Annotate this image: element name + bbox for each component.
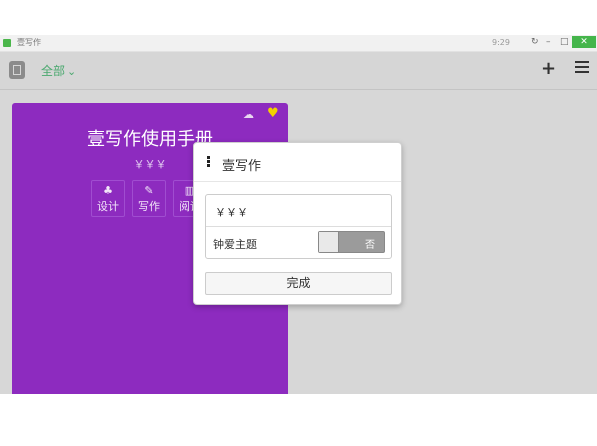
add-button[interactable]: + bbox=[541, 58, 556, 79]
settings-box: ￥￥￥ 钟爱主题 否 bbox=[205, 194, 392, 259]
design-button[interactable]: ♣ 设计 bbox=[91, 180, 125, 217]
notebook-settings-dialog: 壹写作 ￥￥￥ 钟爱主题 否 完成 bbox=[193, 142, 402, 305]
write-label: 写作 bbox=[138, 200, 160, 213]
heart-icon[interactable]: ♥ bbox=[267, 106, 279, 121]
refresh-icon[interactable]: ↻ bbox=[531, 36, 539, 48]
maximize-button[interactable]: □ bbox=[560, 36, 569, 48]
clock: 9:29 bbox=[492, 38, 510, 47]
minimize-button[interactable]: – bbox=[546, 36, 551, 48]
filter-label: 全部 bbox=[41, 64, 66, 78]
toolbar: 全部 ⌄ + bbox=[0, 52, 597, 90]
done-button[interactable]: 完成 bbox=[205, 272, 392, 295]
favorite-row: 钟爱主题 否 bbox=[206, 227, 391, 258]
title-bar: 壹写作 9:29 ↻ – □ ✕ bbox=[0, 35, 597, 52]
name-value: ￥￥￥ bbox=[215, 206, 248, 219]
favorite-toggle[interactable]: 否 bbox=[318, 231, 385, 253]
more-icon[interactable] bbox=[207, 156, 210, 168]
chevron-down-icon: ⌄ bbox=[67, 65, 77, 78]
toggle-text: 否 bbox=[365, 240, 375, 251]
app-window: 壹写作 9:29 ↻ – □ ✕ 全部 ⌄ + ☁ ♥ 壹写作使用手册 ￥￥￥ ♣… bbox=[0, 35, 597, 394]
dialog-header: 壹写作 bbox=[194, 143, 401, 182]
favorite-label: 钟爱主题 bbox=[213, 238, 257, 251]
sitemap-icon: ♣ bbox=[103, 184, 113, 197]
edit-icon: ✎ bbox=[144, 184, 154, 197]
dialog-title: 壹写作 bbox=[222, 159, 262, 174]
filter-dropdown[interactable]: 全部 ⌄ bbox=[41, 62, 76, 79]
app-icon bbox=[3, 39, 11, 47]
notebook-icon[interactable] bbox=[9, 61, 25, 79]
write-button[interactable]: ✎ 写作 bbox=[132, 180, 166, 217]
window-title: 壹写作 bbox=[17, 38, 41, 47]
cloud-icon[interactable]: ☁ bbox=[243, 108, 254, 121]
list-icon[interactable] bbox=[575, 60, 589, 74]
close-button[interactable]: ✕ bbox=[572, 36, 596, 48]
name-field[interactable]: ￥￥￥ bbox=[206, 195, 391, 227]
toggle-knob bbox=[319, 232, 339, 252]
design-label: 设计 bbox=[97, 200, 119, 213]
